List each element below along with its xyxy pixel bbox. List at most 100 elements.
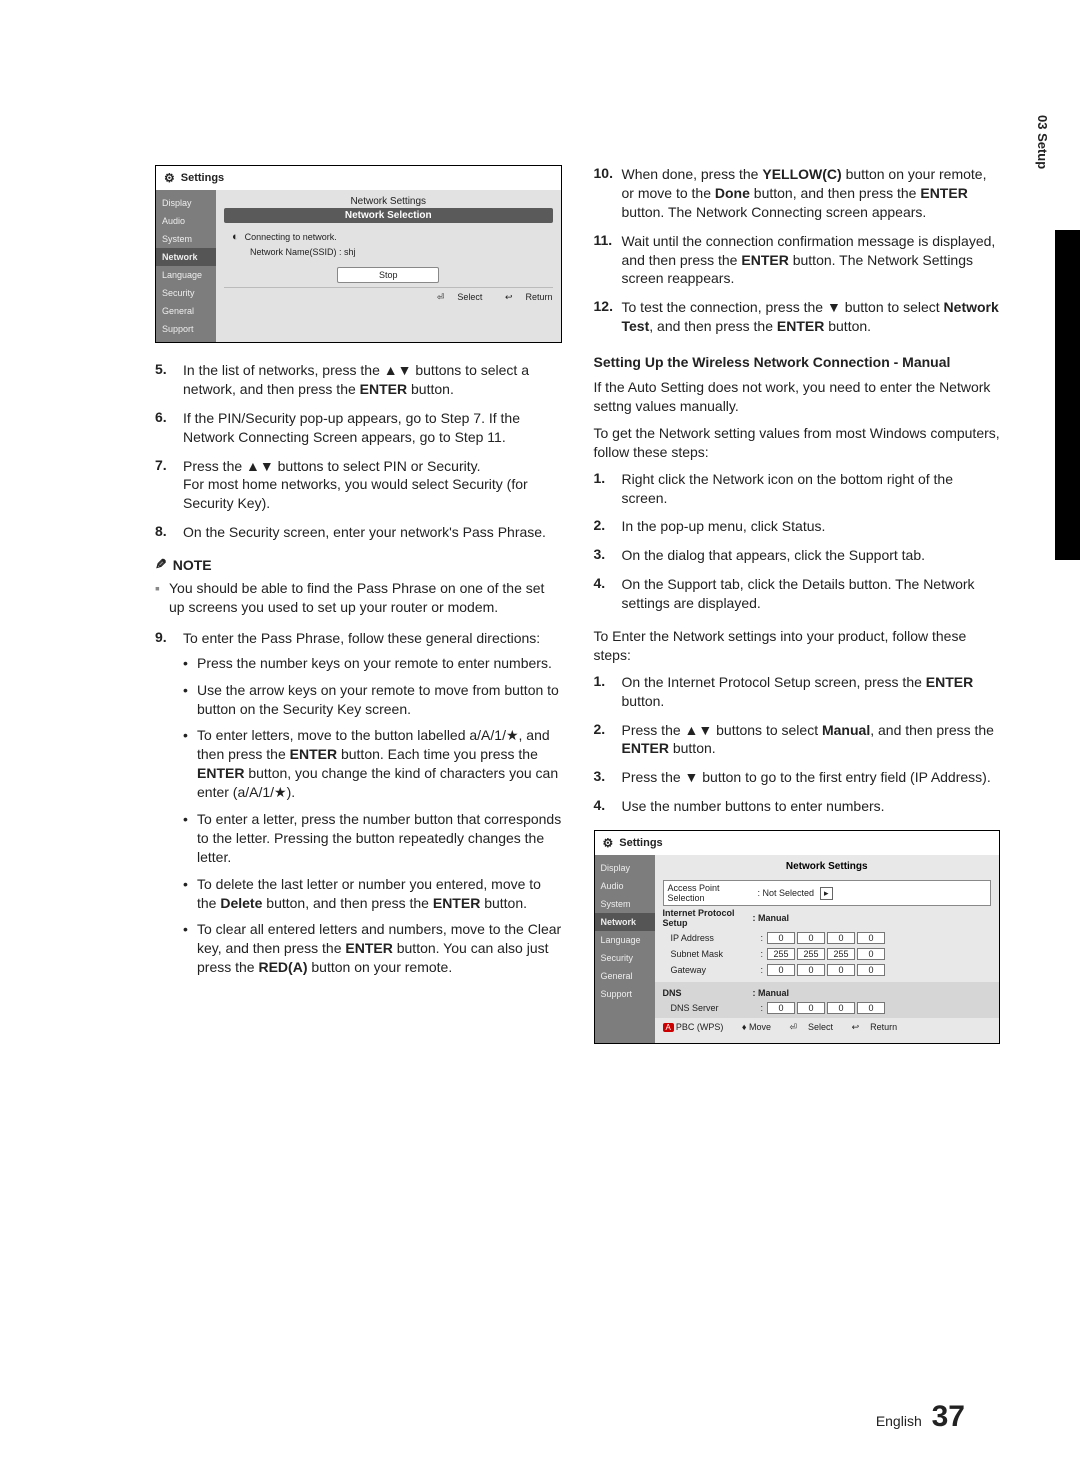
ip-octet[interactable]: 255 bbox=[767, 948, 795, 960]
sidebar-item-network: Network bbox=[595, 913, 655, 931]
sidebar-item-general: General bbox=[156, 302, 216, 320]
sidebar-item-security: Security bbox=[595, 949, 655, 967]
ip-octet[interactable]: 0 bbox=[827, 964, 855, 976]
ip-octet[interactable]: 0 bbox=[857, 932, 885, 944]
ip-octet[interactable]: 0 bbox=[857, 948, 885, 960]
step-text: In the pop-up menu, click Status. bbox=[622, 517, 1001, 536]
ip-octet[interactable]: 0 bbox=[827, 932, 855, 944]
sidebar-item-display: Display bbox=[156, 194, 216, 212]
list-item: To enter a letter, press the number butt… bbox=[183, 810, 562, 867]
osd-header: Network Settings bbox=[663, 859, 992, 874]
sidebar-item-security: Security bbox=[156, 284, 216, 302]
stop-button[interactable]: Stop bbox=[337, 267, 439, 283]
step-number: 8. bbox=[155, 523, 183, 542]
section-tab: 03 Setup bbox=[1035, 115, 1050, 169]
ip-octet[interactable]: 0 bbox=[797, 932, 825, 944]
subnet-label: Subnet Mask bbox=[671, 949, 761, 959]
enter-icon bbox=[437, 292, 448, 302]
gear-icon bbox=[603, 836, 614, 850]
return-icon bbox=[852, 1022, 863, 1032]
ssid-text: Network Name(SSID) : shj bbox=[250, 247, 356, 257]
return-icon bbox=[505, 292, 516, 302]
step-text: Press the ▲▼ buttons to select Manual, a… bbox=[622, 721, 1001, 759]
aps-value: : Not Selected bbox=[758, 888, 815, 898]
subheading: Setting Up the Wireless Network Connecti… bbox=[594, 354, 1001, 370]
osd-network-settings-manual: Settings Display Audio System Network La… bbox=[594, 830, 1001, 1044]
sidebar-item-support: Support bbox=[595, 985, 655, 1003]
step-number: 5. bbox=[155, 361, 183, 399]
sidebar-item-system: System bbox=[156, 230, 216, 248]
sidebar-item-language: Language bbox=[156, 266, 216, 284]
page-footer: English 37 bbox=[876, 1400, 965, 1434]
step-number: 6. bbox=[155, 409, 183, 447]
osd-subheader: Network Selection bbox=[224, 208, 553, 223]
list-item: Use the arrow keys on your remote to mov… bbox=[183, 681, 562, 719]
step-number: 11. bbox=[594, 232, 622, 289]
gear-icon bbox=[164, 171, 175, 185]
list-item: To clear all entered letters and numbers… bbox=[183, 920, 562, 977]
ip-octet[interactable]: 255 bbox=[827, 948, 855, 960]
step-text: To enter the Pass Phrase, follow these g… bbox=[183, 630, 540, 646]
sidebar-item-language: Language bbox=[595, 931, 655, 949]
foot-move: Move bbox=[749, 1022, 771, 1032]
note-icon bbox=[155, 556, 167, 573]
bullet-list: Press the number keys on your remote to … bbox=[183, 654, 562, 977]
sidebar-item-display: Display bbox=[595, 859, 655, 877]
list-item: To delete the last letter or number you … bbox=[183, 875, 562, 913]
step-text: If the PIN/Security pop-up appears, go t… bbox=[183, 409, 562, 447]
ip-octet[interactable]: 0 bbox=[827, 1002, 855, 1014]
aps-label: Access Point Selection bbox=[668, 883, 758, 903]
step-number: 3. bbox=[594, 546, 622, 565]
ip-octet[interactable]: 0 bbox=[797, 964, 825, 976]
dns-label: DNS bbox=[663, 988, 753, 998]
note-heading: NOTE bbox=[155, 556, 562, 573]
foot-return: Return bbox=[870, 1022, 897, 1032]
note-body: You should be able to find the Pass Phra… bbox=[155, 579, 562, 617]
foot-pbc: PBC (WPS) bbox=[676, 1022, 724, 1032]
ip-octet[interactable]: 0 bbox=[767, 964, 795, 976]
step-number: 7. bbox=[155, 457, 183, 514]
step-text: On the Internet Protocol Setup screen, p… bbox=[622, 673, 1001, 711]
step-text: In the list of networks, press the ▲▼ bu… bbox=[183, 361, 562, 399]
step-number: 2. bbox=[594, 721, 622, 759]
ip-octet[interactable]: 255 bbox=[797, 948, 825, 960]
step-text: On the dialog that appears, click the Su… bbox=[622, 546, 1001, 565]
sidebar-item-network: Network bbox=[156, 248, 216, 266]
ip-octet[interactable]: 0 bbox=[797, 1002, 825, 1014]
ip-octet[interactable]: 0 bbox=[767, 1002, 795, 1014]
sidebar-item-audio: Audio bbox=[156, 212, 216, 230]
step-number: 12. bbox=[594, 298, 622, 336]
osd-title: Settings bbox=[619, 837, 662, 849]
ip-octet[interactable]: 0 bbox=[857, 1002, 885, 1014]
page-number: 37 bbox=[932, 1400, 965, 1433]
sidebar-item-support: Support bbox=[156, 320, 216, 338]
foot-select: Select bbox=[457, 292, 482, 302]
ip-octet[interactable]: 0 bbox=[857, 964, 885, 976]
step-text: Press the ▼ button to go to the first en… bbox=[622, 768, 1001, 787]
step-text: Wait until the connection confirmation m… bbox=[622, 232, 1001, 289]
list-item: To enter letters, move to the button lab… bbox=[183, 726, 562, 802]
step-text: On the Support tab, click the Details bu… bbox=[622, 575, 1001, 613]
step-number: 1. bbox=[594, 470, 622, 508]
step-number: 2. bbox=[594, 517, 622, 536]
paragraph: If the Auto Setting does not work, you n… bbox=[594, 378, 1001, 416]
osd-sidebar: Display Audio System Network Language Se… bbox=[595, 855, 655, 1043]
list-item: Press the number keys on your remote to … bbox=[183, 654, 562, 673]
ipaddr-label: IP Address bbox=[671, 933, 761, 943]
osd-network-selection: Settings Display Audio System Network La… bbox=[155, 165, 562, 343]
step-text: When done, press the YELLOW(C) button on… bbox=[622, 165, 1001, 222]
step-text: On the Security screen, enter your netwo… bbox=[183, 523, 562, 542]
step-number: 1. bbox=[594, 673, 622, 711]
red-a-icon: A bbox=[663, 1023, 674, 1032]
paragraph: To Enter the Network settings into your … bbox=[594, 627, 1001, 665]
ip-octet[interactable]: 0 bbox=[767, 932, 795, 944]
paragraph: To get the Network setting values from m… bbox=[594, 424, 1001, 462]
osd-header-small: Network Settings bbox=[224, 194, 553, 208]
step-number: 9. bbox=[155, 629, 183, 985]
osd-title: Settings bbox=[181, 172, 224, 184]
ips-value: : Manual bbox=[753, 913, 790, 923]
step-number: 4. bbox=[594, 797, 622, 816]
chevron-right-icon[interactable]: ▸ bbox=[820, 887, 833, 900]
sidebar-item-audio: Audio bbox=[595, 877, 655, 895]
spinner-icon bbox=[232, 231, 239, 243]
